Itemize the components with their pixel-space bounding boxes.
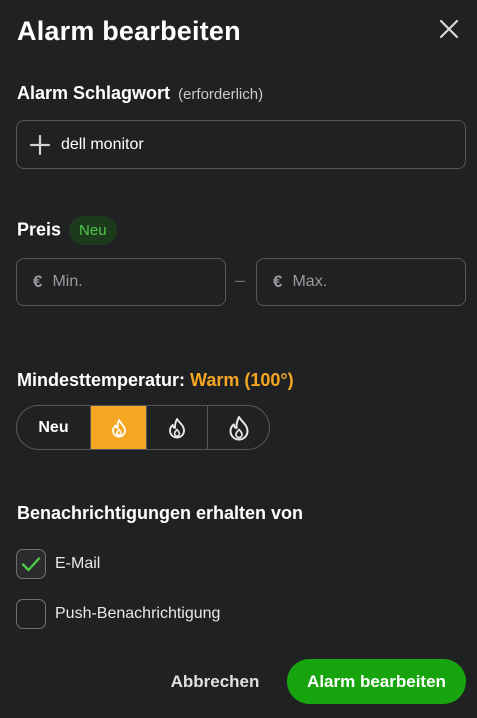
- page-title: Alarm bearbeiten: [17, 16, 241, 46]
- push-checkbox[interactable]: [16, 599, 46, 629]
- temperature-option-warm[interactable]: [91, 406, 147, 449]
- notifications-label: Benachrichtigungen erhalten von: [17, 503, 304, 523]
- close-button[interactable]: [436, 16, 462, 42]
- keyword-input[interactable]: dell monitor: [16, 120, 466, 169]
- temperature-label-text: Mindesttemperatur:: [17, 370, 186, 390]
- price-min-input[interactable]: € Min.: [16, 258, 226, 306]
- cancel-button[interactable]: Abbrechen: [160, 660, 270, 704]
- price-label: Preis Neu: [17, 216, 117, 245]
- price-min-placeholder: Min.: [52, 273, 83, 290]
- price-max-placeholder: Max.: [292, 273, 328, 290]
- required-hint: (erforderlich): [178, 86, 264, 103]
- euro-icon: €: [33, 272, 43, 291]
- price-range-separator: –: [235, 270, 246, 290]
- email-checkbox[interactable]: [16, 549, 46, 579]
- temperature-label: Mindesttemperatur: Warm (100°): [17, 370, 294, 391]
- keyword-value: dell monitor: [61, 135, 144, 153]
- email-checkbox-row[interactable]: E-Mail: [16, 549, 100, 579]
- temperature-value: Warm (100°): [190, 370, 294, 390]
- flame-large-icon: [229, 415, 248, 440]
- close-icon: [439, 19, 459, 39]
- flame-small-icon: [111, 418, 126, 437]
- email-label: E-Mail: [55, 555, 101, 572]
- push-label: Push-Benachrichtigung: [55, 605, 221, 622]
- temperature-selector: Neu: [16, 405, 270, 450]
- new-badge: Neu: [69, 216, 117, 245]
- temperature-option-hottest[interactable]: [208, 406, 269, 449]
- plus-icon[interactable]: [29, 134, 51, 156]
- push-checkbox-row[interactable]: Push-Benachrichtigung: [16, 599, 220, 629]
- flame-medium-icon: [169, 417, 185, 438]
- temperature-option-hot[interactable]: [147, 406, 208, 449]
- temperature-option-new[interactable]: Neu: [17, 406, 91, 449]
- keyword-label-text: Alarm Schlagwort: [17, 83, 171, 103]
- price-max-input[interactable]: € Max.: [256, 258, 466, 306]
- euro-icon: €: [273, 272, 283, 291]
- keyword-label: Alarm Schlagwort (erforderlich): [17, 83, 263, 104]
- submit-button[interactable]: Alarm bearbeiten: [287, 659, 466, 704]
- checkmark-icon: [21, 557, 41, 572]
- price-label-text: Preis: [17, 219, 62, 240]
